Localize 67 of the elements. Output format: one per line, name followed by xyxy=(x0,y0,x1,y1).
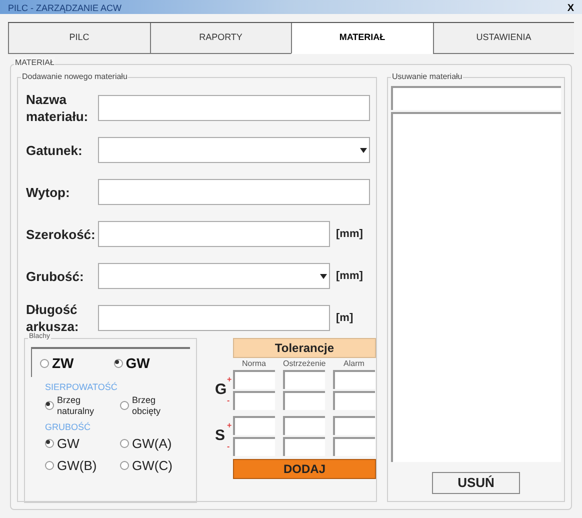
row-label: S xyxy=(215,426,226,446)
field-label: Nazwa materiału: xyxy=(26,91,90,125)
input-field[interactable] xyxy=(283,437,325,456)
input-field[interactable] xyxy=(333,416,375,435)
unit-label: [mm] xyxy=(336,226,363,242)
input-field[interactable] xyxy=(98,179,370,205)
tab[interactable]: RAPORTY xyxy=(150,23,291,54)
field-label: Wytop: xyxy=(26,184,71,200)
sign-label: - xyxy=(227,442,231,450)
dropdown[interactable] xyxy=(98,263,330,289)
input-field[interactable] xyxy=(283,416,325,435)
close-button[interactable]: X xyxy=(567,3,574,14)
add-button[interactable]: DODAJ xyxy=(233,459,376,479)
dropdown[interactable] xyxy=(98,137,370,163)
sign-label: - xyxy=(227,396,231,404)
dropdown-arrow-icon xyxy=(320,274,327,278)
input-field[interactable] xyxy=(98,305,330,331)
input-field[interactable] xyxy=(98,221,330,247)
radio-label: Brzeg naturalny xyxy=(57,394,96,416)
radio-label: GW(B) xyxy=(57,456,97,475)
sign-label: + xyxy=(227,422,233,430)
input-field[interactable] xyxy=(333,391,375,410)
radio-label: Brzeg obcięty xyxy=(132,394,162,416)
input-field[interactable] xyxy=(233,437,275,456)
input-field[interactable] xyxy=(391,86,561,110)
radio-button[interactable] xyxy=(45,439,54,448)
column-header: Ostrzeżenie xyxy=(283,358,325,370)
column-header: Alarm xyxy=(342,358,366,370)
radio-label: ZW xyxy=(52,354,74,372)
radio-button[interactable] xyxy=(114,358,123,368)
radio-label: GW xyxy=(57,435,80,453)
field-label: Szerokość: xyxy=(26,226,96,242)
unit-label: [mm] xyxy=(336,268,363,284)
radio-label: GW(A) xyxy=(132,435,172,453)
tab[interactable]: MATERIAŁ xyxy=(291,23,432,54)
input-field[interactable] xyxy=(98,95,370,121)
tab[interactable]: PILC xyxy=(8,23,150,54)
input-field[interactable] xyxy=(283,391,325,410)
field-label: Gatunek: xyxy=(26,142,84,158)
radio-label: GW xyxy=(126,354,150,372)
input-field[interactable] xyxy=(233,370,275,389)
sign-label: + xyxy=(227,376,233,384)
unit-label: [m] xyxy=(336,310,354,326)
group-title: Dodawanie nowego materiału xyxy=(21,71,128,83)
input-field[interactable] xyxy=(283,370,325,389)
input-field[interactable] xyxy=(233,416,275,435)
radio-button[interactable] xyxy=(120,439,129,448)
radio-button[interactable] xyxy=(45,401,54,410)
section-title: SIERPOWATOŚĆ xyxy=(45,381,118,394)
row-label: G xyxy=(215,380,227,400)
window-title: PILC - ZARZĄDZANIE ACW xyxy=(8,3,122,14)
input-field[interactable] xyxy=(233,391,275,410)
field-label: Grubość: xyxy=(26,268,85,284)
field-label: Długość arkusza: xyxy=(26,301,80,334)
remove-button[interactable]: USUŃ xyxy=(432,472,520,494)
section-title: GRUBOŚĆ xyxy=(45,420,92,434)
dropdown-arrow-icon xyxy=(360,148,367,152)
input-field[interactable] xyxy=(333,370,375,389)
section-header: Tolerancje xyxy=(233,338,376,358)
radio-button[interactable] xyxy=(40,358,49,368)
radio-button[interactable] xyxy=(120,401,129,410)
radio-label: GW(C) xyxy=(132,456,172,475)
column-header: Norma xyxy=(240,358,267,370)
radio-button[interactable] xyxy=(45,460,54,470)
input-field[interactable] xyxy=(333,437,375,456)
radio-button[interactable] xyxy=(120,460,129,470)
tab[interactable]: USTAWIENIA xyxy=(432,23,574,54)
